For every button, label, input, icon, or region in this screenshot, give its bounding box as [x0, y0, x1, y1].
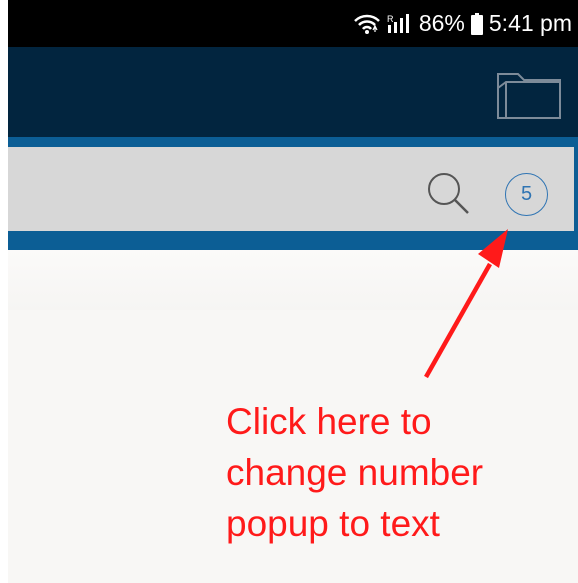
search-icon[interactable] [424, 169, 476, 221]
count-badge[interactable]: 5 [505, 173, 548, 216]
status-bar: R 86% 5:41 pm [8, 0, 578, 47]
signal-icon: R [387, 13, 413, 35]
app-bar [8, 47, 578, 137]
clock-time: 5:41 pm [488, 10, 572, 36]
annotation-line: change number [226, 452, 484, 493]
svg-text:R: R [387, 14, 394, 24]
annotation-line: Click here to [226, 401, 432, 442]
content-shade [8, 250, 578, 310]
folder-icon[interactable] [496, 64, 562, 122]
battery-percent: 86% [418, 10, 465, 36]
battery-icon [470, 12, 483, 35]
annotation-text: Click here to change number popup to tex… [226, 396, 571, 549]
annotation-line: popup to text [226, 503, 440, 544]
search-bar: 5 [8, 147, 574, 231]
status-right: R 86% 5:41 pm [353, 0, 572, 47]
wifi-icon [353, 13, 381, 35]
search-band: 5 [8, 137, 578, 250]
search-input[interactable] [20, 165, 404, 213]
